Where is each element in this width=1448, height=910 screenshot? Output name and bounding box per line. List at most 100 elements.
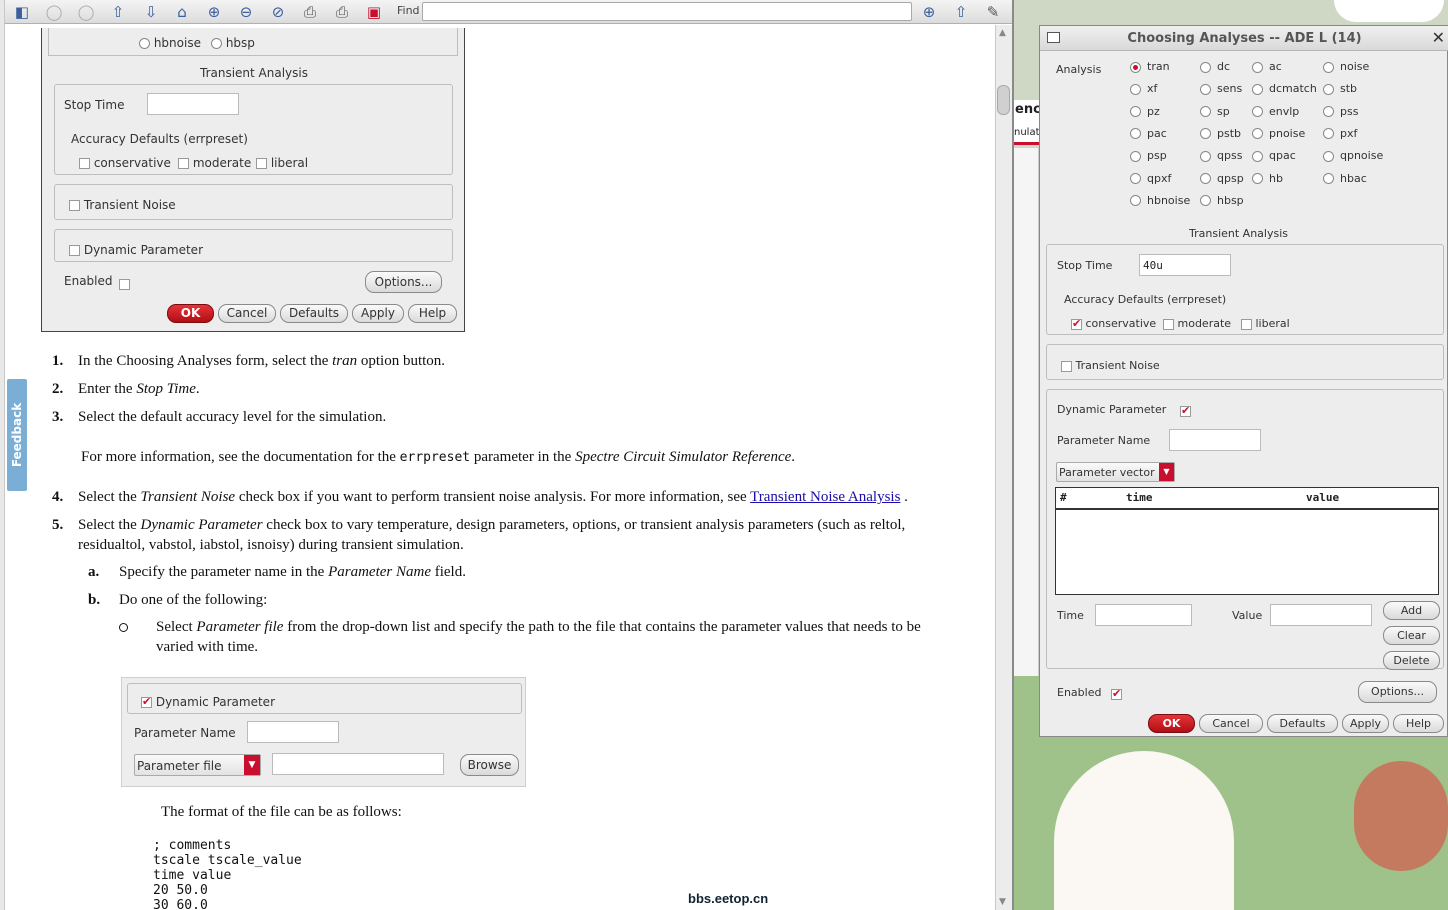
time-input[interactable] <box>1095 604 1192 626</box>
back-icon[interactable]: ◯ <box>44 2 64 22</box>
analysis-option-hbac[interactable]: hbac <box>1323 172 1367 185</box>
liberal-checkbox[interactable]: liberal <box>1241 317 1290 330</box>
analysis-option-ac[interactable]: ac <box>1252 60 1282 73</box>
analysis-option-sp[interactable]: sp <box>1200 105 1230 118</box>
radio-icon[interactable] <box>1323 106 1334 118</box>
feedback-tab[interactable]: Feedback <box>7 379 27 491</box>
radio-icon[interactable] <box>1252 61 1263 73</box>
radio-icon[interactable] <box>1130 83 1141 95</box>
document-scrollbar[interactable]: ▲ ▼ <box>995 25 1012 910</box>
find-next-icon[interactable]: ⊕ <box>919 2 939 22</box>
options-button[interactable]: Options... <box>1358 681 1437 703</box>
analysis-option-stb[interactable]: stb <box>1323 82 1357 95</box>
parameter-name-input[interactable] <box>1169 429 1261 451</box>
forward-icon[interactable]: ◯ <box>76 2 96 22</box>
analysis-option-pac[interactable]: pac <box>1130 127 1167 140</box>
add-button[interactable]: Add <box>1383 601 1440 620</box>
analysis-option-hb[interactable]: hb <box>1252 172 1283 185</box>
defaults-button[interactable]: Defaults <box>1267 714 1338 733</box>
analysis-option-pss[interactable]: pss <box>1323 105 1358 118</box>
analysis-option-qpnoise[interactable]: qpnoise <box>1323 149 1383 162</box>
ok-button[interactable]: OK <box>1148 714 1195 733</box>
radio-icon[interactable] <box>1200 83 1211 95</box>
analysis-option-envlp[interactable]: envlp <box>1252 105 1299 118</box>
radio-icon[interactable] <box>1323 128 1334 140</box>
column-time: time <box>1126 491 1153 504</box>
cancel-button[interactable]: Cancel <box>1199 714 1263 733</box>
zoom-in-icon[interactable]: ⊕ <box>204 2 224 22</box>
scroll-down-icon[interactable]: ▼ <box>999 897 1006 907</box>
radio-icon[interactable] <box>1130 173 1141 184</box>
radio-icon[interactable] <box>1200 195 1211 207</box>
close-icon[interactable]: ✕ <box>1432 28 1445 47</box>
dynamic-parameter-checkbox[interactable] <box>1180 404 1191 417</box>
radio-icon[interactable] <box>1323 150 1334 162</box>
delete-button[interactable]: Delete <box>1383 651 1440 670</box>
transient-noise-checkbox[interactable]: Transient Noise <box>1061 359 1160 372</box>
analysis-option-hbnoise[interactable]: hbnoise <box>1130 194 1190 207</box>
radio-icon[interactable] <box>1200 150 1211 162</box>
analysis-option-sens[interactable]: sens <box>1200 82 1242 95</box>
radio-icon[interactable] <box>1130 128 1141 140</box>
analysis-option-dc[interactable]: dc <box>1200 60 1230 73</box>
parameter-table[interactable]: # time value <box>1055 487 1439 595</box>
radio-icon[interactable] <box>1252 128 1263 140</box>
scroll-up-icon[interactable]: ▲ <box>999 28 1006 38</box>
apply-button[interactable]: Apply <box>1342 714 1389 733</box>
home-icon[interactable]: ⌂ <box>172 2 192 22</box>
sidebar-toggle-icon[interactable]: ◧ <box>12 2 32 22</box>
radio-icon[interactable] <box>1200 61 1211 73</box>
enabled-checkbox[interactable] <box>1111 687 1122 700</box>
radio-icon[interactable] <box>1200 106 1211 118</box>
zoom-out-icon[interactable]: ⊖ <box>236 2 256 22</box>
radio-icon[interactable] <box>1130 150 1141 162</box>
analysis-option-psp[interactable]: psp <box>1130 149 1167 162</box>
pdf-icon[interactable]: ▣ <box>364 2 384 22</box>
radio-icon[interactable] <box>1252 106 1263 118</box>
radio-icon[interactable] <box>1200 128 1211 140</box>
analysis-option-qpss[interactable]: qpss <box>1200 149 1242 162</box>
clear-button[interactable]: Clear <box>1383 626 1440 645</box>
radio-icon[interactable] <box>1252 83 1263 95</box>
analysis-option-pxf[interactable]: pxf <box>1323 127 1357 140</box>
analysis-option-noise[interactable]: noise <box>1323 60 1369 73</box>
transient-noise-link[interactable]: Transient Noise Analysis <box>750 489 900 505</box>
analysis-option-xf[interactable]: xf <box>1130 82 1157 95</box>
parameter-vector-dropdown[interactable]: Parameter vector ▼ <box>1056 462 1175 482</box>
print-all-icon[interactable]: ⎙ <box>332 2 352 22</box>
chevron-down-icon[interactable]: ▼ <box>1159 463 1174 481</box>
value-input[interactable] <box>1270 604 1372 626</box>
analysis-option-tran[interactable]: tran <box>1130 60 1170 73</box>
find-previous-icon[interactable]: ⇧ <box>951 2 971 22</box>
radio-icon[interactable] <box>1323 61 1334 73</box>
help-button[interactable]: Help <box>1393 714 1444 733</box>
zoom-reset-icon[interactable]: ⊘ <box>268 2 288 22</box>
analysis-option-dcmatch[interactable]: dcmatch <box>1252 82 1317 95</box>
moderate-checkbox[interactable]: moderate <box>1163 317 1231 330</box>
radio-icon[interactable] <box>1252 150 1263 162</box>
find-input[interactable] <box>422 2 912 21</box>
scrollbar-thumb[interactable] <box>997 85 1010 115</box>
radio-icon[interactable] <box>1130 106 1141 118</box>
radio-icon[interactable] <box>1130 195 1141 207</box>
radio-icon[interactable] <box>1130 61 1141 73</box>
previous-topic-icon[interactable]: ⇧ <box>108 2 128 22</box>
stop-time-input[interactable]: 40u <box>1139 254 1231 276</box>
radio-icon[interactable] <box>1323 173 1334 184</box>
radio-icon[interactable] <box>1252 173 1263 184</box>
analysis-option-pstb[interactable]: pstb <box>1200 127 1241 140</box>
next-topic-icon[interactable]: ⇩ <box>141 2 161 22</box>
analysis-option-qpsp[interactable]: qpsp <box>1200 172 1244 185</box>
radio-icon[interactable] <box>1200 173 1211 184</box>
analysis-option-pnoise[interactable]: pnoise <box>1252 127 1305 140</box>
analysis-option-qpac[interactable]: qpac <box>1252 149 1296 162</box>
analysis-option-pz[interactable]: pz <box>1130 105 1160 118</box>
highlight-icon[interactable]: ✎ <box>983 2 1003 22</box>
analysis-option-hbsp[interactable]: hbsp <box>1200 194 1244 207</box>
analysis-option-qpxf[interactable]: qpxf <box>1130 172 1171 185</box>
dialog-titlebar[interactable]: Choosing Analyses -- ADE L (14) ✕ <box>1040 26 1448 51</box>
analysis-option-label: ac <box>1269 60 1282 73</box>
conservative-checkbox[interactable]: conservative <box>1071 317 1156 330</box>
print-icon[interactable]: ⎙ <box>300 2 320 22</box>
radio-icon[interactable] <box>1323 83 1334 95</box>
